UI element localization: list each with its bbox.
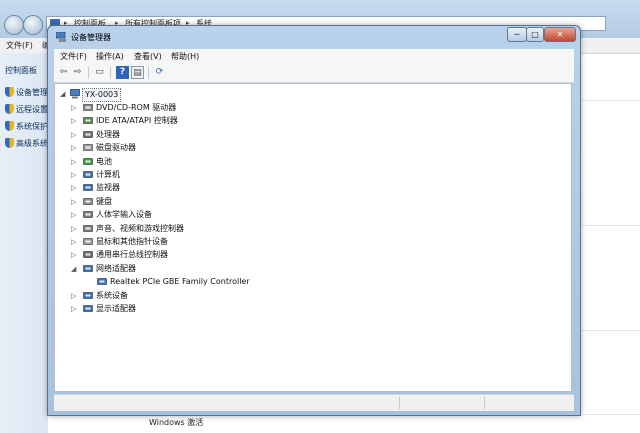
status-bar bbox=[54, 394, 574, 411]
toolbar-separator bbox=[110, 67, 111, 79]
shield-icon bbox=[5, 138, 14, 148]
expand-arrow-icon[interactable]: ▷ bbox=[71, 169, 76, 181]
scan-hardware-icon[interactable]: ⟳ bbox=[153, 66, 166, 79]
back-icon[interactable]: ⇦ bbox=[57, 66, 70, 79]
expand-arrow-icon[interactable]: ▷ bbox=[71, 182, 76, 194]
dvd-drive-icon bbox=[83, 104, 93, 111]
network-adapter-icon bbox=[83, 264, 93, 272]
control-panel-home-link[interactable]: 控制面板 bbox=[5, 65, 37, 76]
tree-category-label: 处理器 bbox=[96, 129, 120, 139]
collapse-arrow-icon[interactable]: ◢ bbox=[71, 263, 76, 275]
battery-icon bbox=[83, 157, 93, 165]
device-tree: ◢ YX-0003 ▷ DVD/CD-ROM 驱动器 ▷ IDE ATA/ATAPI … bbox=[54, 83, 572, 392]
back-button[interactable] bbox=[4, 15, 24, 35]
divider bbox=[580, 225, 640, 226]
expand-arrow-icon[interactable]: ▷ bbox=[71, 290, 76, 302]
tree-category-label: 鼠标和其他指针设备 bbox=[96, 237, 168, 246]
tree-category-label: 人体学输入设备 bbox=[96, 210, 152, 220]
tree-category-label: 计算机 bbox=[96, 170, 120, 179]
shield-icon bbox=[5, 121, 14, 131]
expand-arrow-icon[interactable]: ▷ bbox=[71, 236, 76, 248]
shield-icon bbox=[5, 87, 14, 97]
device-manager-window: 设备管理器 ─ □ ✕ 文件(F) 操作(A) 查看(V) 帮助(H) ⇦ ⇨ … bbox=[47, 25, 581, 416]
sidebar-item-advanced-settings[interactable]: 高级系统 bbox=[5, 138, 48, 149]
disk-drive-icon bbox=[83, 144, 93, 151]
status-divider bbox=[399, 397, 400, 409]
tree-device-label: Realtek PCIe GBE Family Controller bbox=[110, 277, 250, 287]
sidebar-item-label: 远程设置 bbox=[16, 105, 48, 114]
tree-category-label: 显示适配器 bbox=[96, 304, 136, 313]
menu-view[interactable]: 查看(V) bbox=[134, 51, 162, 62]
window-title: 设备管理器 bbox=[71, 33, 111, 42]
tree-category-label: 电池 bbox=[96, 156, 112, 166]
close-button[interactable]: ✕ bbox=[544, 27, 576, 42]
minimize-button[interactable]: ─ bbox=[507, 27, 527, 42]
sidebar-item-system-protection[interactable]: 系统保护 bbox=[5, 121, 48, 132]
expand-arrow-icon[interactable]: ▷ bbox=[71, 303, 76, 315]
tree-category-label: 键盘 bbox=[96, 196, 112, 206]
toolbar-separator bbox=[88, 67, 89, 79]
tree-category-label: 通用串行总线控制器 bbox=[96, 250, 168, 260]
properties-icon[interactable]: ▤ bbox=[131, 66, 144, 79]
hid-icon bbox=[83, 211, 93, 218]
tree-category-label: IDE ATA/ATAPI 控制器 bbox=[96, 116, 178, 126]
mouse-icon bbox=[83, 238, 93, 245]
tree-root-label: YX-0003 bbox=[82, 88, 122, 102]
tree-category-label: 磁盘驱动器 bbox=[96, 143, 136, 153]
sidebar-item-label: 高级系统 bbox=[16, 139, 48, 148]
usb-icon bbox=[83, 251, 93, 259]
computer-icon bbox=[70, 89, 80, 99]
tree-category-label: 系统设备 bbox=[96, 290, 128, 300]
expand-arrow-icon[interactable]: ▷ bbox=[71, 129, 76, 141]
ide-controller-icon bbox=[83, 117, 93, 125]
divider bbox=[580, 100, 640, 101]
menu-action[interactable]: 操作(A) bbox=[96, 51, 124, 62]
menu-file[interactable]: 文件(F) bbox=[60, 51, 87, 62]
divider bbox=[580, 330, 640, 331]
maximize-button[interactable]: □ bbox=[526, 27, 544, 42]
sidebar-item-device-manager[interactable]: 设备管理 bbox=[5, 87, 48, 98]
expand-arrow-icon[interactable]: ▷ bbox=[71, 249, 76, 261]
shield-icon bbox=[5, 104, 14, 114]
tree-category-label: DVD/CD-ROM 驱动器 bbox=[96, 103, 177, 112]
device-manager-icon bbox=[56, 32, 66, 42]
network-card-icon bbox=[97, 278, 107, 285]
forward-icon[interactable]: ⇨ bbox=[71, 66, 84, 79]
expand-arrow-icon[interactable]: ▷ bbox=[71, 115, 76, 127]
tree-category-label: 声音、视频和游戏控制器 bbox=[96, 223, 184, 233]
system-device-icon bbox=[83, 291, 93, 299]
help-icon[interactable]: ? bbox=[116, 66, 129, 79]
computer-icon bbox=[83, 171, 93, 178]
keyboard-icon bbox=[83, 197, 93, 205]
control-panel-sidebar: 控制面板 设备管理 远程设置 系统保护 高级系统 bbox=[0, 53, 48, 433]
menubar: 文件(F) 操作(A) 查看(V) 帮助(H) bbox=[54, 49, 574, 64]
toolbar-separator bbox=[148, 67, 149, 79]
tree-category-label: 网络适配器 bbox=[96, 263, 136, 273]
expand-arrow-icon[interactable]: ▷ bbox=[71, 223, 76, 235]
expand-arrow-icon[interactable]: ▷ bbox=[71, 156, 76, 168]
status-divider bbox=[484, 397, 485, 409]
expand-arrow-icon[interactable]: ▷ bbox=[71, 102, 76, 114]
menu-file[interactable]: 文件(F) bbox=[6, 40, 33, 51]
windows-activation-heading: Windows 激活 bbox=[149, 418, 204, 427]
collapse-arrow-icon[interactable]: ◢ bbox=[60, 88, 65, 100]
forward-button[interactable] bbox=[23, 15, 43, 35]
sidebar-item-remote-settings[interactable]: 远程设置 bbox=[5, 104, 48, 115]
show-hide-icon[interactable]: ▭ bbox=[93, 66, 106, 79]
monitor-icon bbox=[83, 184, 93, 192]
sound-icon bbox=[83, 224, 93, 232]
sidebar-item-label: 系统保护 bbox=[16, 122, 48, 131]
tree-category-label: 监视器 bbox=[96, 183, 120, 193]
display-adapter-icon bbox=[83, 305, 93, 312]
processor-icon bbox=[83, 130, 93, 138]
toolbar: ⇦ ⇨ ▭ ? ▤ ⟳ bbox=[54, 64, 574, 83]
menu-help[interactable]: 帮助(H) bbox=[171, 51, 199, 62]
expand-arrow-icon[interactable]: ▷ bbox=[71, 142, 76, 154]
expand-arrow-icon[interactable]: ▷ bbox=[71, 196, 76, 208]
sidebar-item-label: 设备管理 bbox=[16, 88, 48, 97]
expand-arrow-icon[interactable]: ▷ bbox=[71, 209, 76, 221]
